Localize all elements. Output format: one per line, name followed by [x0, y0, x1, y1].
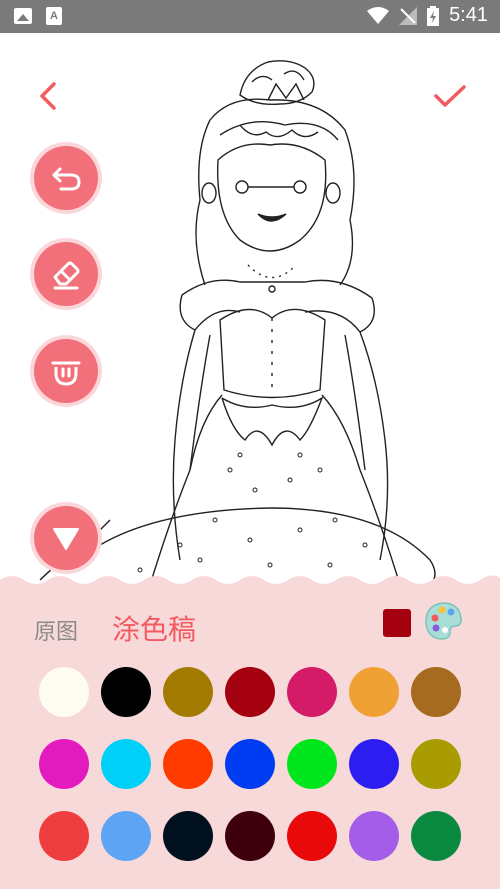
undo-icon	[52, 167, 81, 191]
tab-coloring-draft[interactable]: 涂色稿	[112, 608, 196, 648]
color-swatch[interactable]	[39, 811, 89, 861]
color-swatch[interactable]	[349, 667, 399, 717]
color-swatch[interactable]	[411, 811, 461, 861]
color-swatch[interactable]	[39, 667, 89, 717]
color-swatch[interactable]	[349, 739, 399, 789]
color-swatch[interactable]	[39, 739, 89, 789]
color-swatch[interactable]	[101, 811, 151, 861]
color-swatch[interactable]	[163, 811, 213, 861]
trash-icon	[51, 361, 81, 386]
color-swatch[interactable]	[163, 739, 213, 789]
color-swatch[interactable]	[101, 667, 151, 717]
battery-charging-icon	[427, 5, 440, 26]
eraser-icon	[53, 261, 80, 290]
color-swatch[interactable]	[411, 739, 461, 789]
undo-button[interactable]	[34, 146, 98, 210]
eraser-button[interactable]	[34, 242, 98, 306]
text-notification-icon: A	[46, 7, 62, 25]
color-swatch[interactable]	[101, 739, 151, 789]
gallery-notification-icon	[14, 8, 32, 24]
color-swatch[interactable]	[163, 667, 213, 717]
color-swatch[interactable]	[225, 811, 275, 861]
tab-original[interactable]: 原图	[34, 614, 78, 646]
status-bar: A 5:41	[0, 0, 500, 33]
current-color-indicator	[383, 609, 411, 637]
color-swatch[interactable]	[225, 667, 275, 717]
color-swatch[interactable]	[287, 667, 337, 717]
no-signal-icon	[399, 6, 418, 25]
color-swatch[interactable]	[349, 811, 399, 861]
color-swatch[interactable]	[287, 739, 337, 789]
triangle-down-icon	[53, 528, 79, 550]
color-swatch-grid	[39, 667, 461, 861]
color-swatch[interactable]	[225, 739, 275, 789]
color-swatch[interactable]	[411, 667, 461, 717]
wifi-icon	[367, 6, 390, 24]
status-time: 5:41	[449, 4, 488, 26]
collapse-panel-button[interactable]	[34, 506, 98, 570]
mode-tabs: 原图 涂色稿	[34, 608, 196, 648]
color-swatch[interactable]	[287, 811, 337, 861]
clear-button[interactable]	[34, 339, 98, 403]
palette-icon[interactable]	[423, 600, 463, 642]
